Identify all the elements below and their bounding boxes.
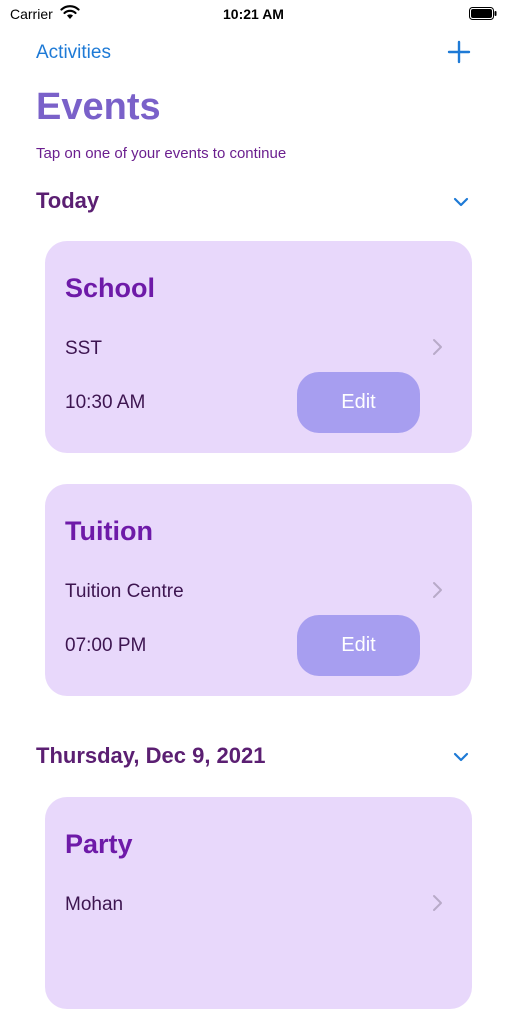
chevron-down-icon[interactable] <box>451 747 471 767</box>
section-title: Today <box>36 188 100 213</box>
event-time: 10:30 AM <box>65 392 146 413</box>
event-time: 07:00 PM <box>65 635 147 656</box>
event-card-party[interactable]: Party Mohan <box>45 797 472 1009</box>
page-subtitle: Tap on one of your events to continue <box>36 145 287 162</box>
plus-icon[interactable] <box>447 40 471 64</box>
edit-button[interactable]: Edit <box>297 372 420 433</box>
event-title: Tuition <box>65 516 153 546</box>
event-location: Mohan <box>65 894 124 915</box>
edit-button[interactable]: Edit <box>297 615 420 676</box>
status-time: 10:21 AM <box>223 6 284 22</box>
chevron-right-icon <box>433 582 442 598</box>
event-location: SST <box>65 338 102 359</box>
section-header-thursday[interactable]: Thursday, Dec 9, 2021 <box>36 743 471 771</box>
chevron-down-icon[interactable] <box>451 192 471 212</box>
status-bar: Carrier 10:21 AM <box>0 0 507 30</box>
event-title: Party <box>65 829 133 859</box>
event-card-tuition[interactable]: Tuition Tuition Centre 07:00 PM Edit <box>45 484 472 696</box>
event-location: Tuition Centre <box>65 581 184 602</box>
event-title: School <box>65 273 156 303</box>
chevron-right-icon <box>433 339 442 355</box>
chevron-right-icon <box>433 895 442 911</box>
section-title: Thursday, Dec 9, 2021 <box>36 743 266 768</box>
page-title: Events <box>36 86 161 128</box>
section-header-today[interactable]: Today <box>36 188 471 216</box>
event-card-school[interactable]: School SST 10:30 AM Edit <box>45 241 472 453</box>
battery-icon <box>469 7 497 20</box>
back-button[interactable]: Activities <box>36 42 111 64</box>
